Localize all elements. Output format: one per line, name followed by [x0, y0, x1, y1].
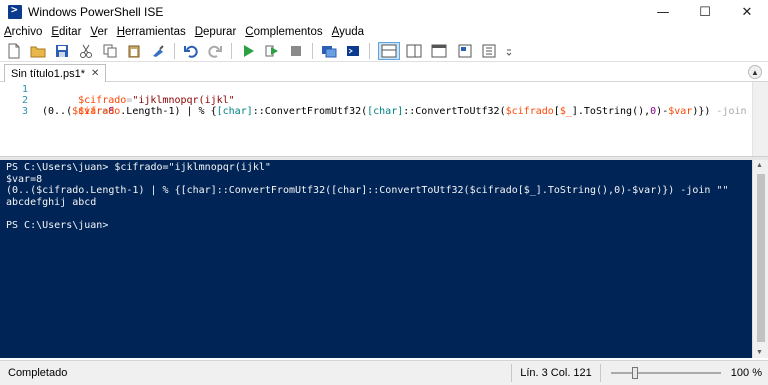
paste-icon[interactable]	[126, 43, 142, 59]
tab-script[interactable]: Sin título1.ps1* ✕	[4, 64, 107, 82]
zoom-track	[610, 372, 721, 374]
toolbar-separator	[369, 42, 370, 59]
code-variable: $cifrado	[72, 106, 121, 117]
zoom-slider[interactable]	[610, 364, 721, 382]
tab-label: Sin título1.ps1*	[11, 67, 85, 80]
script-editor[interactable]: 1 $cifrado="ijklmnopqr(ijkl" 2 $var=8 3 …	[0, 82, 765, 156]
console-line: PS C:\Users\juan>	[6, 219, 109, 231]
copy-icon[interactable]	[102, 43, 118, 59]
code-text: ].ToString(),	[571, 106, 651, 117]
toolbar-separator	[174, 42, 175, 59]
code-type: [char]	[367, 106, 404, 117]
command-pane-icon[interactable]	[457, 43, 473, 59]
toolbar	[0, 40, 768, 62]
start-powershell-icon[interactable]	[345, 43, 361, 59]
cut-icon[interactable]	[78, 43, 94, 59]
menu-editar[interactable]: Editar	[51, 26, 81, 38]
window-title: Windows PowerShell ISE	[28, 5, 164, 19]
stop-icon[interactable]	[288, 43, 304, 59]
menu-depurar[interactable]: Depurar	[195, 26, 237, 38]
layout-script-top-icon[interactable]	[378, 41, 400, 60]
save-icon[interactable]	[54, 43, 70, 59]
close-button[interactable]: ✕	[726, 0, 768, 24]
status-text: Completado	[8, 367, 68, 379]
code-variable: $var	[668, 106, 693, 117]
menu-complementos[interactable]: Complementos	[245, 26, 322, 38]
window-controls: — ☐ ✕	[642, 0, 768, 24]
status-bar: Completado Lín. 3 Col. 121 100 %	[0, 360, 768, 385]
layout-script-right-icon[interactable]	[403, 42, 425, 60]
code-parameter: -join	[716, 106, 747, 117]
code-string: "ijklmnopqr(ijkl"	[132, 95, 235, 106]
scroll-up-icon[interactable]: ▲	[756, 162, 763, 169]
layout-script-maximized-icon[interactable]	[428, 42, 450, 60]
console-line: (0..($cifrado.Length-1) | % {[char]::Con…	[6, 185, 729, 196]
script-tab-strip: Sin título1.ps1* ✕ ▲	[0, 62, 768, 82]
title-bar: Windows PowerShell ISE — ☐ ✕	[0, 0, 768, 24]
scroll-down-icon[interactable]: ▼	[756, 349, 763, 356]
powershell-ise-icon	[8, 3, 22, 19]
cursor-position: Lín. 3 Col. 121	[511, 364, 601, 382]
collapse-script-pane-icon[interactable]: ▲	[748, 65, 762, 79]
open-folder-icon[interactable]	[30, 43, 46, 59]
code-text: .Length-1) | % {	[120, 106, 217, 117]
zoom-level: 100 %	[730, 367, 762, 379]
console-line: $var=8	[6, 173, 43, 185]
console-line: abcdefghij abcd	[6, 196, 97, 208]
menu-bar: Archivo Editar Ver Herramientas Depurar …	[0, 24, 768, 40]
code-text: (0..(	[42, 106, 73, 117]
code-variable: $_	[559, 106, 572, 117]
status-right: Lín. 3 Col. 121 100 %	[511, 361, 768, 385]
code-type: [char]	[216, 106, 253, 117]
editor-scrollbar[interactable]	[752, 82, 768, 156]
code-text: )-	[656, 106, 669, 117]
undo-icon[interactable]	[183, 43, 199, 59]
line-number: 3	[21, 106, 28, 117]
code-variable: $cifrado	[505, 106, 554, 117]
code-text: )})	[692, 106, 717, 117]
code-text: ::ConvertFromUtf32(	[252, 106, 368, 117]
clear-console-icon[interactable]	[150, 43, 166, 59]
remote-powershell-icon[interactable]	[321, 43, 337, 59]
console-pane[interactable]: PS C:\Users\juan> $cifrado="ijklmnopqr(i…	[0, 160, 752, 358]
code-text: ::ConvertToUtf32(	[403, 106, 506, 117]
editor-line: 3 (0..($cifrado.Length-1) | % {[char]::C…	[0, 106, 765, 119]
menu-archivo[interactable]: Archivo	[4, 26, 42, 38]
toolbar-separator	[312, 42, 313, 59]
menu-ayuda[interactable]: Ayuda	[332, 26, 364, 38]
new-file-icon[interactable]	[6, 43, 22, 59]
tab-close-icon[interactable]: ✕	[91, 68, 99, 79]
command-addon-icon[interactable]	[481, 43, 497, 59]
zoom-thumb[interactable]	[631, 367, 638, 379]
menu-ver[interactable]: Ver	[90, 26, 107, 38]
run-script-icon[interactable]	[240, 43, 256, 59]
run-selection-icon[interactable]	[264, 43, 280, 59]
minimize-button[interactable]: —	[642, 0, 684, 24]
redo-icon[interactable]	[207, 43, 223, 59]
menu-herramientas[interactable]: Herramientas	[117, 26, 186, 38]
maximize-button[interactable]: ☐	[684, 0, 726, 24]
console-scroll-thumb[interactable]	[757, 174, 765, 342]
console-scrollbar[interactable]: ▲ ▼	[752, 160, 768, 358]
toolbar-overflow-icon[interactable]	[505, 43, 513, 59]
toolbar-separator	[231, 42, 232, 59]
console-line: PS C:\Users\juan> $cifrado="ijklmnopqr(i…	[6, 162, 271, 173]
